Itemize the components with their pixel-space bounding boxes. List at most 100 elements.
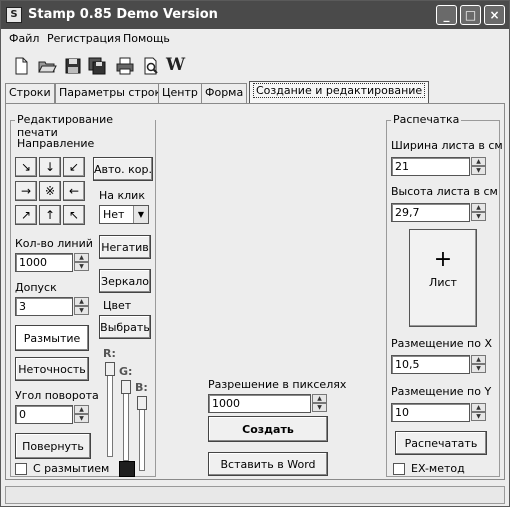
arrow-up-left-button[interactable]: ↖ [63, 205, 85, 225]
blue-slider-thumb[interactable] [137, 396, 147, 410]
arrow-down-right-button[interactable]: ↘ [15, 157, 37, 177]
spin-down-icon[interactable]: ▼ [312, 403, 327, 412]
spin-up-icon[interactable]: ▲ [471, 203, 486, 212]
tolerance-spinner[interactable]: ▲▼ [15, 297, 90, 316]
inaccuracy-button[interactable]: Неточность [15, 357, 89, 381]
arrow-right-button[interactable]: → [15, 181, 37, 201]
center-target-button[interactable]: ※ [39, 181, 61, 201]
spin-up-icon[interactable]: ▲ [74, 405, 89, 414]
sheet-height-label: Высота листа в см [391, 185, 498, 198]
choose-color-button[interactable]: Выбрать [99, 315, 151, 339]
chevron-down-icon[interactable]: ▼ [133, 206, 148, 223]
on-click-select[interactable]: Нет ▼ [99, 205, 149, 224]
print-icon[interactable] [115, 56, 135, 76]
arrow-left-button[interactable]: ← [63, 181, 85, 201]
spin-up-icon[interactable]: ▲ [312, 394, 327, 403]
pos-y-input[interactable] [391, 403, 470, 422]
red-slider-thumb[interactable] [105, 362, 115, 376]
blue-slider[interactable] [137, 396, 147, 471]
lines-count-input[interactable] [15, 253, 73, 272]
edit-stamp-title: Редактирование печати [15, 113, 155, 139]
spin-down-icon[interactable]: ▼ [471, 412, 486, 421]
spin-down-icon[interactable]: ▼ [471, 166, 486, 175]
spin-down-icon[interactable]: ▼ [74, 414, 89, 423]
status-bar [5, 486, 505, 504]
spin-down-icon[interactable]: ▼ [471, 364, 486, 373]
open-folder-icon[interactable] [37, 56, 57, 76]
blur-button[interactable]: Размытие [15, 325, 89, 351]
mirror-button[interactable]: Зеркало [99, 269, 151, 293]
insert-word-button[interactable]: Вставить в Word [208, 452, 328, 476]
save-icon[interactable] [63, 56, 83, 76]
pos-y-label: Размещение по Y [391, 385, 492, 398]
spin-up-icon[interactable]: ▲ [471, 403, 486, 412]
title-bar: S Stamp 0.85 Demo Version _ □ × [1, 1, 509, 29]
new-file-icon[interactable] [11, 56, 31, 76]
resolution-spinner[interactable]: ▲▼ [208, 394, 328, 413]
rotate-button[interactable]: Повернуть [15, 433, 91, 459]
create-button[interactable]: Создать [208, 416, 328, 442]
spin-down-icon[interactable]: ▼ [471, 212, 486, 221]
pos-x-label: Размещение по X [391, 337, 492, 350]
sheet-width-input[interactable] [391, 157, 470, 176]
tab-create-edit[interactable]: Создание и редактирование [249, 81, 430, 103]
pos-y-spinner[interactable]: ▲▼ [391, 403, 487, 422]
arrow-down-button[interactable]: ↓ [39, 157, 61, 177]
sheet-height-spinner[interactable]: ▲▼ [391, 203, 487, 222]
spin-up-icon[interactable]: ▲ [471, 355, 486, 364]
app-stamp-icon[interactable]: S [6, 7, 22, 23]
lines-count-label: Кол-во линий [15, 237, 93, 250]
negative-button[interactable]: Негатив [99, 235, 151, 259]
spin-up-icon[interactable]: ▲ [471, 157, 486, 166]
menu-registration[interactable]: Регистрация [47, 32, 121, 45]
angle-spinner[interactable]: ▲▼ [15, 405, 90, 424]
minimize-button[interactable]: _ [436, 5, 457, 25]
maximize-button[interactable]: □ [460, 5, 481, 25]
g-label: G: [119, 365, 133, 378]
resolution-label: Разрешение в пикселях [208, 378, 347, 391]
word-icon[interactable]: W [166, 55, 186, 75]
sheet-preview[interactable]: + Лист [409, 229, 477, 327]
tab-shape[interactable]: Форма [201, 83, 248, 103]
spin-down-icon[interactable]: ▼ [74, 262, 89, 271]
arrow-down-left-button[interactable]: ↙ [63, 157, 85, 177]
sheet-width-spinner[interactable]: ▲▼ [391, 157, 487, 176]
angle-label: Угол поворота [15, 389, 99, 402]
with-blur-checkbox[interactable] [15, 463, 27, 475]
window-title: Stamp 0.85 Demo Version [28, 7, 218, 22]
resolution-input[interactable] [208, 394, 311, 413]
sheet-width-label: Ширина листа в см [391, 139, 503, 152]
tolerance-input[interactable] [15, 297, 73, 316]
tab-row-params[interactable]: Параметры строк [55, 83, 166, 103]
angle-input[interactable] [15, 405, 73, 424]
spin-up-icon[interactable]: ▲ [74, 297, 89, 306]
green-slider[interactable] [121, 380, 131, 461]
b-label: B: [135, 381, 148, 394]
ex-method-checkbox[interactable] [393, 463, 405, 475]
pos-x-spinner[interactable]: ▲▼ [391, 355, 487, 374]
print-preview-icon[interactable] [141, 56, 161, 76]
arrow-up-right-button[interactable]: ↗ [15, 205, 37, 225]
auto-correct-button[interactable]: Авто. кор. [93, 157, 153, 181]
toolbar: W [1, 53, 509, 79]
spin-up-icon[interactable]: ▲ [74, 253, 89, 262]
plus-icon: + [433, 247, 453, 272]
save-all-icon[interactable] [87, 56, 107, 76]
green-slider-thumb[interactable] [121, 380, 131, 394]
tab-center[interactable]: Центр [158, 83, 202, 103]
print-button[interactable]: Распечатать [395, 431, 487, 455]
sheet-height-input[interactable] [391, 203, 470, 222]
tab-rows[interactable]: Строки [5, 83, 55, 103]
arrow-up-button[interactable]: ↑ [39, 205, 61, 225]
menu-help[interactable]: Помощь [123, 32, 170, 45]
menu-bar: Файл Регистрация Помощь [1, 29, 509, 49]
red-slider[interactable] [105, 362, 115, 457]
ex-method-label: EX-метод [411, 462, 465, 475]
on-click-value: Нет [103, 208, 125, 221]
spin-down-icon[interactable]: ▼ [74, 306, 89, 315]
close-button[interactable]: × [484, 5, 505, 25]
menu-file[interactable]: Файл [9, 32, 39, 45]
lines-count-spinner[interactable]: ▲▼ [15, 253, 90, 272]
tab-page: Редактирование печати Направление ↘ ↓ ↙ … [5, 103, 505, 480]
pos-x-input[interactable] [391, 355, 470, 374]
